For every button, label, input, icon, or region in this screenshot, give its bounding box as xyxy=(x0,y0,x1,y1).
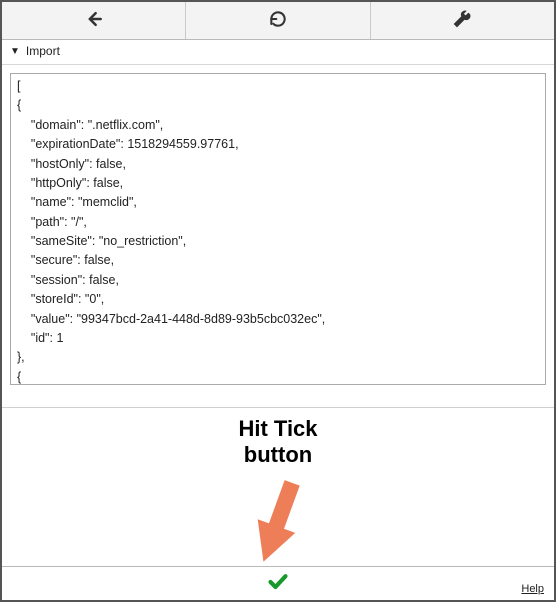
reload-button[interactable] xyxy=(186,2,370,39)
annotation-text: Hit Tick button xyxy=(238,416,317,469)
import-label: Import xyxy=(26,44,60,58)
back-arrow-icon xyxy=(84,9,104,32)
help-link[interactable]: Help xyxy=(521,583,544,595)
reload-icon xyxy=(268,9,288,32)
collapse-triangle-icon: ▼ xyxy=(10,46,20,57)
import-section-header[interactable]: ▼ Import xyxy=(2,40,554,65)
annotation-arrow-icon xyxy=(250,476,306,579)
footer-bar: Help xyxy=(2,566,554,600)
content-area xyxy=(2,65,554,388)
settings-button[interactable] xyxy=(371,2,554,39)
tick-icon xyxy=(265,580,291,595)
back-button[interactable] xyxy=(2,2,186,39)
annotation-overlay: Hit Tick button xyxy=(2,408,554,566)
import-textarea[interactable] xyxy=(10,73,546,385)
confirm-button[interactable] xyxy=(265,572,291,595)
divider xyxy=(2,388,554,408)
wrench-icon xyxy=(452,9,472,32)
top-toolbar xyxy=(2,2,554,40)
